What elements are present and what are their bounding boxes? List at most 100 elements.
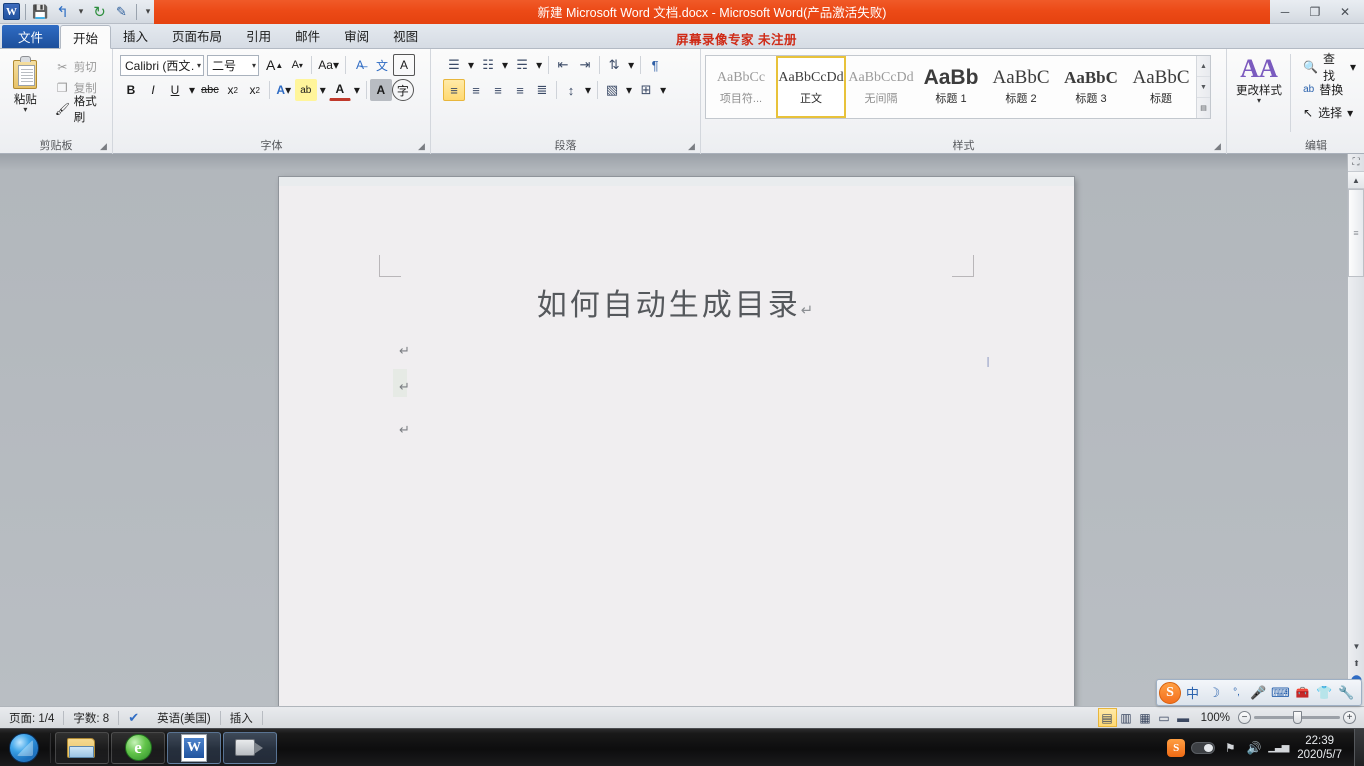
multilevel-caret-icon[interactable]: ▾ — [533, 54, 545, 76]
numbering-button[interactable]: ☷ — [477, 54, 499, 76]
zoom-in-button[interactable]: + — [1343, 711, 1356, 724]
zoom-thumb[interactable] — [1293, 711, 1302, 724]
tray-expand-toggle[interactable] — [1191, 741, 1216, 754]
touch-mode-icon[interactable]: ✎ — [112, 2, 131, 21]
shading-caret-icon[interactable]: ▾ — [623, 79, 635, 101]
character-shading-button[interactable]: A — [369, 79, 392, 101]
status-insert-mode[interactable]: 插入 — [221, 707, 262, 729]
tab-home[interactable]: 开始 — [60, 25, 112, 49]
tray-network-icon[interactable]: ▁▃▅ — [1268, 739, 1289, 757]
highlight-caret-icon[interactable]: ▾ — [317, 79, 329, 101]
sogou-logo-icon[interactable]: S — [1159, 681, 1181, 704]
grow-font-button[interactable]: A ▲ — [263, 54, 286, 76]
previous-page-icon[interactable]: ⬆ — [1348, 655, 1364, 672]
find-caret-icon[interactable]: ▾ — [1350, 60, 1356, 74]
styles-more-icon[interactable]: ▤ — [1197, 97, 1210, 118]
view-full-screen-reading-icon[interactable]: ▥ — [1117, 708, 1136, 727]
status-word-count[interactable]: 字数: 8 — [64, 707, 118, 729]
styles-scroll-down-icon[interactable]: ▼ — [1197, 76, 1210, 97]
split-window-icon[interactable]: ⛶ — [1348, 154, 1364, 172]
document-canvas[interactable]: 如何自动生成目录↵ ↵ ↵ ↵ I — [0, 154, 1364, 706]
scrollbar-thumb[interactable]: ≡ — [1348, 189, 1364, 277]
style-item-title[interactable]: AaBbC 标题 — [1126, 56, 1196, 118]
zoom-track[interactable] — [1254, 711, 1340, 724]
tab-insert[interactable]: 插入 — [111, 23, 160, 48]
justify-button[interactable]: ≡ — [509, 79, 531, 101]
enclose-characters-button[interactable]: 字 — [391, 79, 414, 101]
change-styles-button[interactable]: AA 更改样式 ▾ — [1231, 54, 1287, 105]
close-button[interactable]: ✕ — [1330, 1, 1360, 23]
sogou-ime-toolbar[interactable]: S 中 ☽ °, 🎤 ⌨ 🧰 👕 🔧 — [1156, 679, 1362, 706]
paragraph-dialog-launcher[interactable]: ◢ — [688, 142, 697, 151]
show-formatting-marks-button[interactable]: ¶ — [644, 54, 666, 76]
undo-icon[interactable]: ↰ — [53, 2, 72, 21]
view-print-layout-icon[interactable]: ▤ — [1097, 708, 1117, 727]
phonetic-guide-button[interactable]: 文 — [371, 54, 393, 76]
font-dialog-launcher[interactable]: ◢ — [418, 142, 427, 151]
align-center-button[interactable]: ≡ — [465, 79, 487, 101]
style-item-heading-2[interactable]: AaBbC 标题 2 — [986, 56, 1056, 118]
underline-button[interactable]: U — [164, 79, 186, 101]
redo-icon[interactable]: ↻ — [90, 2, 109, 21]
find-button[interactable]: 🔍 查找 ▾ — [1299, 52, 1360, 83]
word-logo-icon[interactable]: W — [3, 3, 20, 20]
underline-caret-icon[interactable]: ▾ — [186, 79, 198, 101]
show-desktop-button[interactable] — [1354, 728, 1364, 766]
borders-button[interactable]: ⊞ — [635, 79, 657, 101]
font-size-caret-icon[interactable]: ▾ — [249, 61, 256, 70]
settings-wrench-icon[interactable]: 🔧 — [1336, 682, 1357, 703]
style-item-bulleted[interactable]: AaBbCc 项目符... — [706, 56, 776, 118]
font-color-button[interactable]: A — [328, 79, 351, 101]
change-case-button[interactable]: Aa ▾ — [315, 54, 342, 76]
format-painter-button[interactable]: 🖌 格式刷 — [51, 96, 108, 124]
microphone-icon[interactable]: 🎤 — [1248, 682, 1269, 703]
vertical-scrollbar[interactable]: ⛶ ▲ ≡ ▼ ⬆ ⬤ ⬇ — [1347, 154, 1364, 706]
taskbar-item-screen-recorder[interactable] — [223, 731, 277, 764]
save-icon[interactable]: 💾 — [31, 2, 50, 21]
tab-file[interactable]: 文件 — [2, 25, 60, 48]
clear-formatting-button[interactable]: A̶ — [349, 54, 371, 76]
tab-references[interactable]: 引用 — [234, 23, 283, 48]
font-size-combo[interactable]: 二号 ▾ — [207, 54, 259, 76]
zoom-level-label[interactable]: 100% — [1193, 712, 1238, 724]
taskbar-item-explorer[interactable] — [55, 731, 109, 764]
chinese-mode-icon[interactable]: 中 — [1182, 682, 1203, 703]
taskbar-item-browser[interactable]: e — [111, 731, 165, 764]
text-effects-button[interactable]: A ▾ — [273, 79, 295, 101]
scroll-down-icon[interactable]: ▼ — [1348, 638, 1364, 655]
zoom-slider[interactable]: − + — [1238, 711, 1364, 724]
distributed-button[interactable]: ≣ — [531, 79, 553, 101]
replace-button[interactable]: ab 替换 — [1299, 79, 1360, 100]
style-item-heading-1[interactable]: AaBb 标题 1 — [916, 56, 986, 118]
tab-view[interactable]: 视图 — [381, 23, 430, 48]
line-spacing-caret-icon[interactable]: ▾ — [582, 79, 594, 101]
decrease-indent-button[interactable]: ⇤ — [552, 54, 574, 76]
restore-button[interactable]: ❐ — [1300, 1, 1330, 23]
customize-qat-icon[interactable]: ▾ — [142, 2, 154, 21]
bullets-caret-icon[interactable]: ▾ — [465, 54, 477, 76]
tab-mailings[interactable]: 邮件 — [283, 23, 332, 48]
align-right-button[interactable]: ≡ — [487, 79, 509, 101]
font-name-combo[interactable]: Calibri (西文… ▾ — [120, 54, 204, 76]
change-styles-caret-icon[interactable]: ▾ — [1257, 97, 1261, 105]
taskbar-item-word[interactable]: W — [167, 731, 221, 764]
strikethrough-button[interactable]: abc — [198, 79, 222, 101]
styles-scroll-up-icon[interactable]: ▲ — [1197, 56, 1210, 76]
multilevel-list-button[interactable]: ☴ — [511, 54, 533, 76]
superscript-button[interactable]: x2 — [244, 79, 266, 101]
document-page[interactable]: 如何自动生成目录↵ ↵ ↵ ↵ I — [279, 177, 1074, 706]
shading-button[interactable]: ▧ — [601, 79, 623, 101]
style-item-heading-3[interactable]: AaBbC 标题 3 — [1056, 56, 1126, 118]
styles-dialog-launcher[interactable]: ◢ — [1214, 142, 1223, 151]
sort-button[interactable]: ⇅ — [603, 54, 625, 76]
text-highlight-button[interactable]: ab — [294, 79, 317, 101]
line-spacing-button[interactable]: ↕ — [560, 79, 582, 101]
subscript-button[interactable]: x2 — [222, 79, 244, 101]
view-outline-icon[interactable]: ▭ — [1155, 708, 1174, 727]
view-draft-icon[interactable]: ▬ — [1174, 708, 1193, 727]
paste-button[interactable]: 粘贴 ▾ — [4, 54, 47, 114]
minimize-button[interactable]: ─ — [1270, 1, 1300, 23]
tab-page-layout[interactable]: 页面布局 — [160, 23, 234, 48]
sort-caret-icon[interactable]: ▾ — [625, 54, 637, 76]
borders-caret-icon[interactable]: ▾ — [657, 79, 669, 101]
